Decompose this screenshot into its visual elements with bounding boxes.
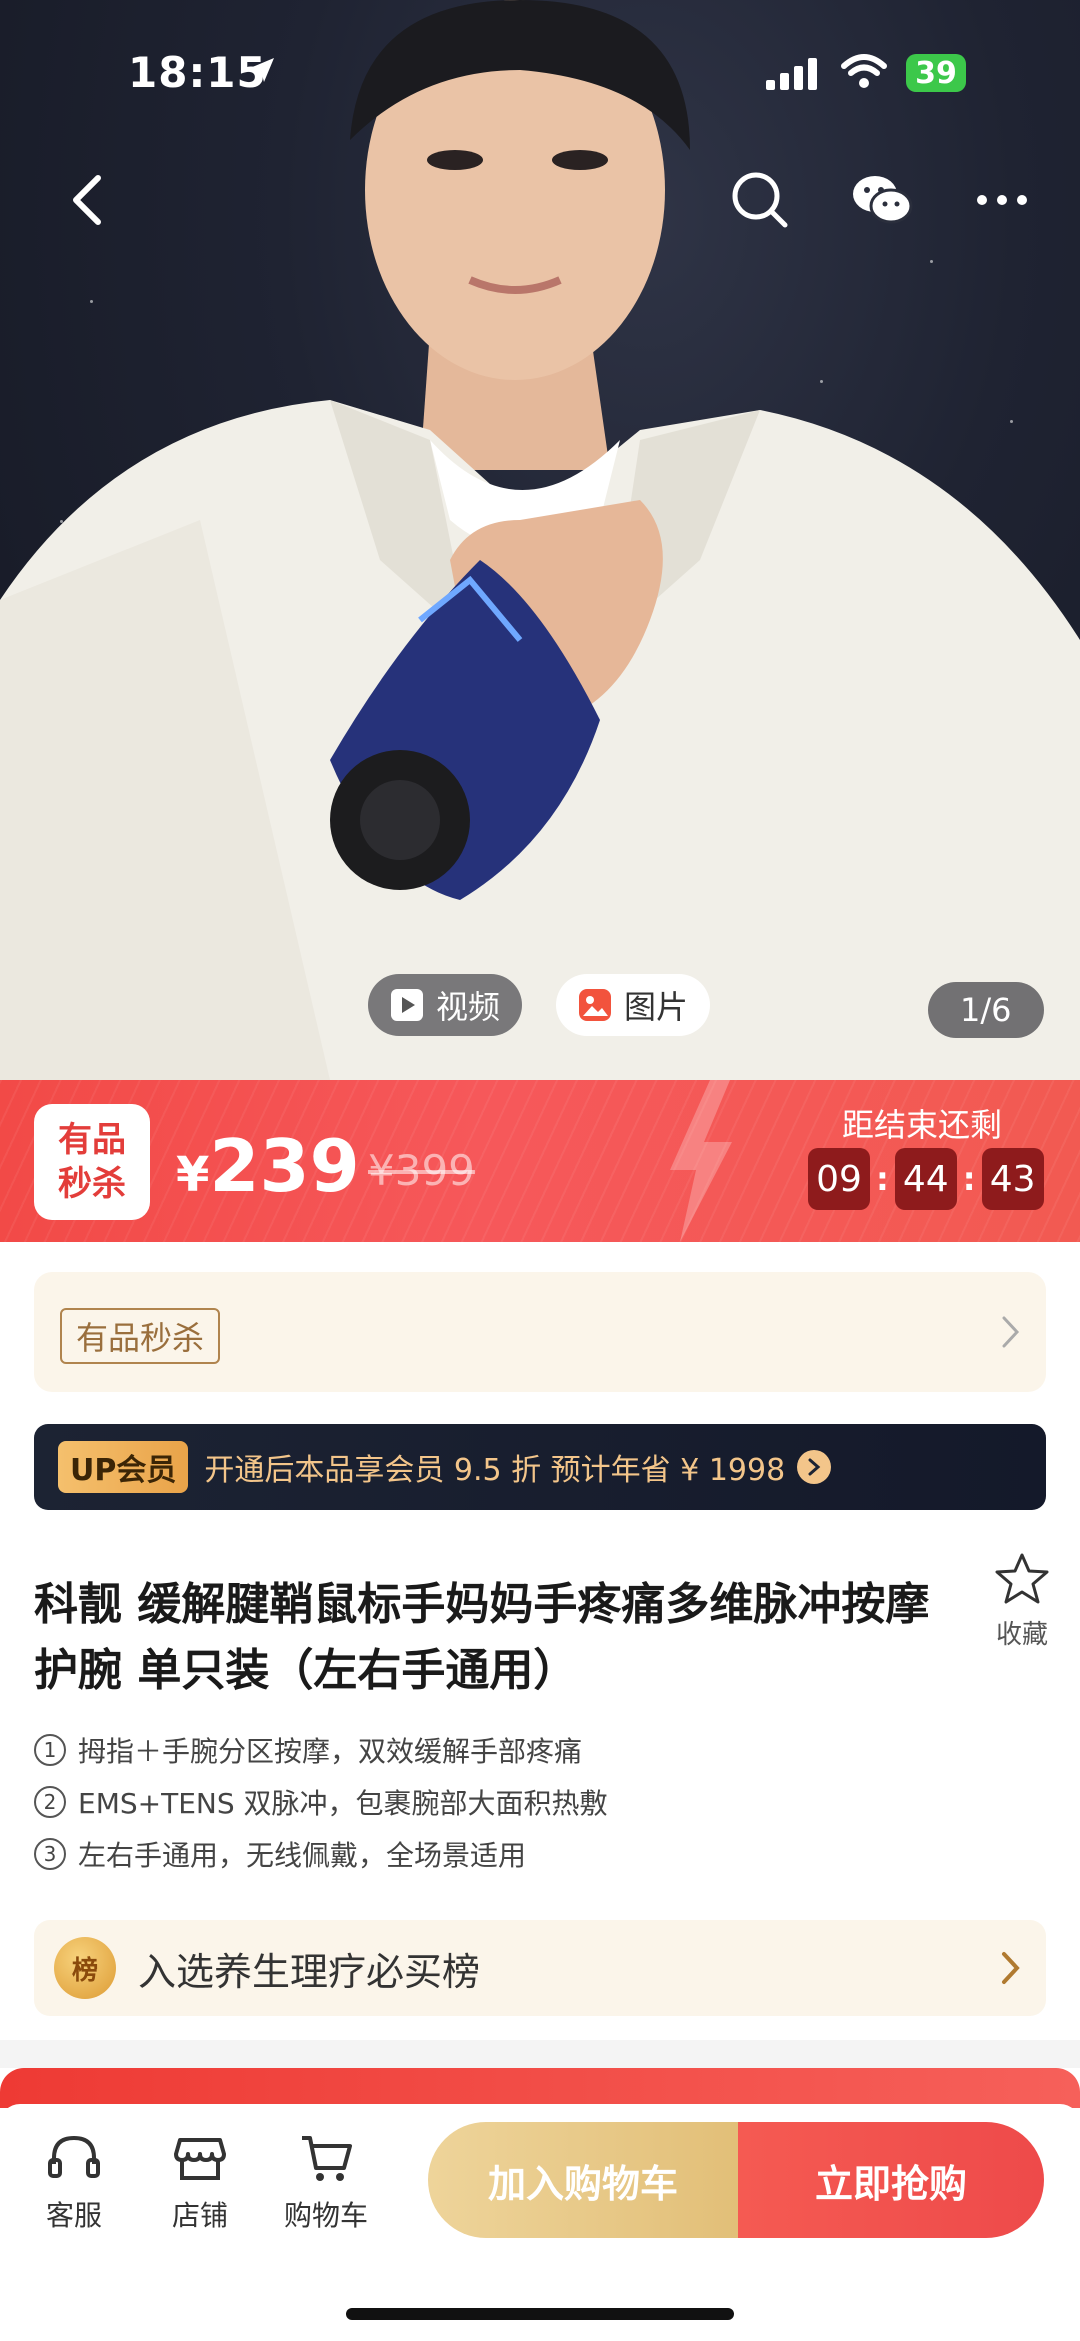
store-label: 店铺 xyxy=(171,2199,228,2232)
tab-image[interactable]: 图片 xyxy=(556,974,711,1036)
wechat-icon xyxy=(853,176,913,224)
section-divider xyxy=(0,2040,1080,2068)
feature-item: 1 拇指＋手腕分区按摩，双效缓解手部疼痛 xyxy=(34,1730,582,1770)
countdown-label: 距结束还剩 xyxy=(842,1106,1003,1144)
product-photo xyxy=(0,0,1080,1080)
image-icon xyxy=(579,989,611,1021)
add-to-cart-button[interactable]: 加入购物车 xyxy=(428,2122,738,2238)
feature-item: 2 EMS+TENS 双脉冲，包裹腕部大面积热敷 xyxy=(34,1782,608,1822)
cart-icon xyxy=(302,2136,352,2181)
vip-text: 开通后本品享会员 9.5 折 预计年省 ¥ 1998 xyxy=(204,1453,786,1488)
back-button[interactable] xyxy=(48,160,128,240)
arrow-right-icon xyxy=(797,1450,832,1484)
search-icon xyxy=(732,172,788,228)
chevron-right-icon xyxy=(1002,1316,1020,1348)
chevron-right-icon xyxy=(1002,1952,1020,1984)
feature-item: 3 左右手通用，无线佩戴，全场景适用 xyxy=(34,1834,526,1874)
image-page-indicator: 1/6 xyxy=(928,982,1044,1038)
product-title: 科靓 缓解腱鞘鼠标手妈妈手疼痛多维脉冲按摩护腕 单只装（左右手通用） xyxy=(34,1579,930,1696)
home-indicator xyxy=(346,2308,734,2320)
store-button[interactable]: 店铺 xyxy=(150,2130,250,2234)
wechat-share-button[interactable] xyxy=(842,160,922,240)
original-price: ¥399 xyxy=(368,1146,475,1195)
back-arrow-icon xyxy=(73,175,101,225)
cellular-signal-icon xyxy=(766,58,817,90)
status-time: 18:15 xyxy=(128,48,267,97)
battery-indicator: 39 xyxy=(906,54,966,92)
flash-sale-banner: 有品 秒杀 ¥239 ¥399 距结束还剩 09 : 44 : 43 xyxy=(0,1080,1080,1242)
headset-icon xyxy=(48,2135,100,2178)
tab-video-label: 视频 xyxy=(436,988,501,1026)
buy-now-button[interactable]: 立即抢购 xyxy=(738,2122,1044,2238)
customer-service-button[interactable]: 客服 xyxy=(24,2130,124,2234)
countdown-hours: 09 xyxy=(808,1148,870,1210)
cart-label: 购物车 xyxy=(283,2199,368,2232)
youpin-flash-tag: 有品秒杀 xyxy=(60,1308,221,1364)
vip-badge: UP会员 xyxy=(58,1441,189,1493)
favorite-button[interactable]: 收藏 xyxy=(990,1552,1054,1651)
ranking-row[interactable]: 榜 入选养生理疗必买榜 xyxy=(34,1920,1046,2016)
search-button[interactable] xyxy=(720,160,800,240)
vip-membership-bar[interactable]: UP会员 开通后本品享会员 9.5 折 预计年省 ¥ 1998 xyxy=(34,1424,1046,1510)
sale-price: ¥239 xyxy=(176,1124,360,1208)
youpin-flash-logo: 有品 秒杀 xyxy=(34,1104,150,1220)
promo-strip xyxy=(0,2068,1080,2108)
product-image-carousel[interactable]: 18:15 39 视频 图片 1/6 xyxy=(0,0,1080,1080)
countdown-minutes: 44 xyxy=(894,1148,957,1210)
countdown-seconds: 43 xyxy=(981,1148,1044,1210)
tab-image-label: 图片 xyxy=(624,988,689,1026)
ranking-text: 入选养生理疗必买榜 xyxy=(138,1949,481,1994)
play-icon xyxy=(391,989,423,1021)
wifi-icon xyxy=(841,54,887,88)
customer-service-label: 客服 xyxy=(45,2199,102,2232)
more-options-button[interactable] xyxy=(962,160,1042,240)
store-icon xyxy=(174,2138,226,2180)
youpin-flash-row[interactable]: 有品秒杀 xyxy=(34,1272,1046,1392)
countdown-timer: 09 : 44 : 43 xyxy=(808,1148,1044,1210)
favorite-label: 收藏 xyxy=(995,1620,1048,1650)
star-icon xyxy=(995,1553,1049,1604)
bottom-action-bar: 客服 店铺 购物车 加入购物车 立即抢购 xyxy=(0,2104,1080,2341)
lightning-decoration-icon xyxy=(670,1080,732,1242)
more-dots-icon xyxy=(977,195,1027,205)
ranking-medal-icon: 榜 xyxy=(54,1937,116,1999)
tab-video[interactable]: 视频 xyxy=(368,974,523,1036)
location-arrow-icon xyxy=(250,58,274,82)
cart-button[interactable]: 购物车 xyxy=(276,2130,376,2234)
